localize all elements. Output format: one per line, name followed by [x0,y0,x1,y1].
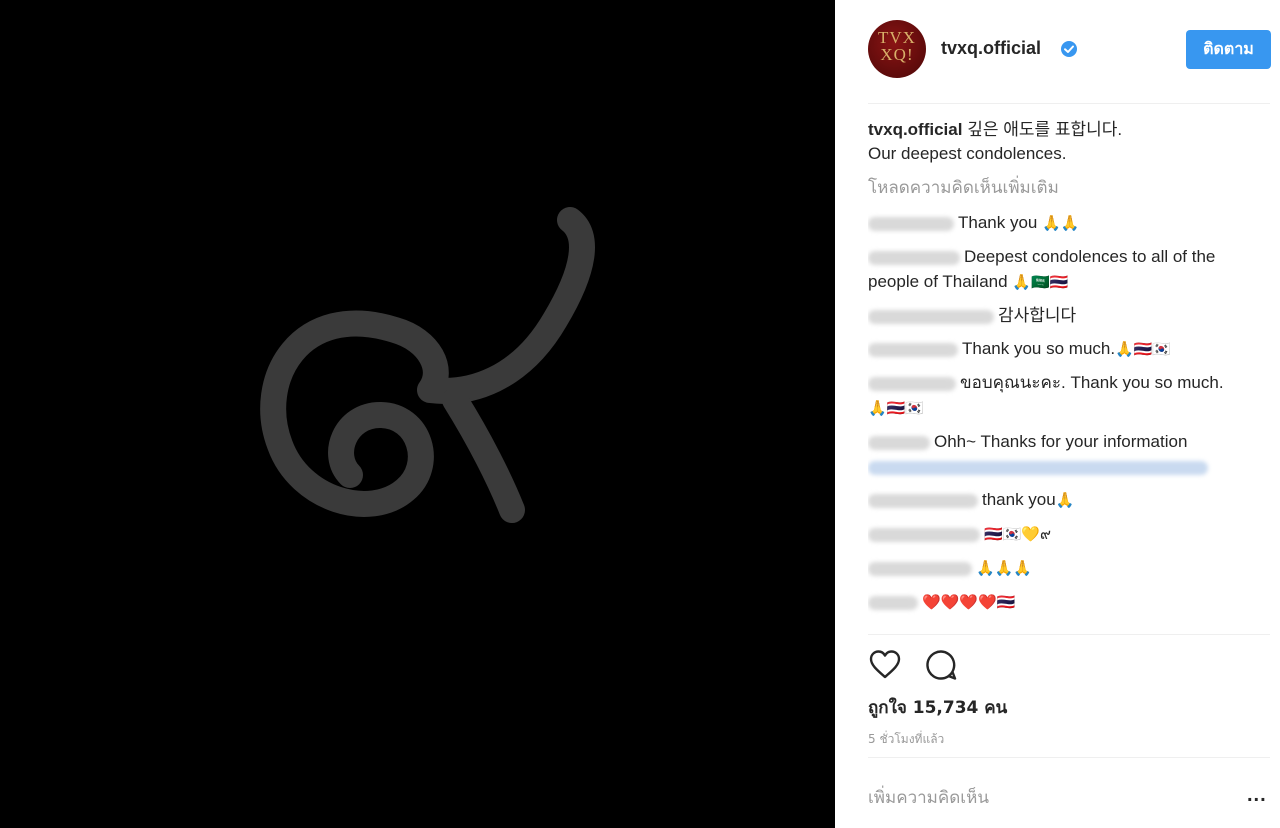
comment-text: thank you [982,490,1056,510]
blurred-username [868,595,918,610]
verified-badge-icon [1061,41,1077,57]
comments-list[interactable]: tvxq.official 깊은 애도를 표합니다. Our deepest c… [868,118,1268,634]
avatar-monogram-line2: XQ! [880,45,914,64]
thai-numeral-nine-graphic [260,207,595,523]
avatar[interactable]: TVX XQ! [868,20,926,78]
comment-item: 🇹🇭🇰🇷💛๙ [868,521,1268,547]
blurred-username [868,216,954,231]
caption-line1: 깊은 애도를 표합니다. [967,120,1123,139]
comment-item: Thank you so much.🙏🇹🇭🇰🇷 [868,336,1268,362]
comment-emoji: 🙏 [1055,492,1075,510]
comment-emoji: 🙏🇸🇦🇹🇭 [1012,274,1069,292]
add-comment-input[interactable]: เพิ่มความคิดเห็น [868,784,1198,811]
blurred-username [868,527,980,542]
comment-item: 감사합니다 [868,303,1268,328]
more-options-button[interactable]: ... [1247,784,1267,807]
load-more-comments-link[interactable]: โหลดความคิดเห็นเพิ่มเติม [868,176,1268,200]
comment-text: ขอบคุณนะคะ. Thank you so much. [960,373,1224,393]
comment-emoji: 🙏🇹🇭🇰🇷 [1115,341,1172,359]
comment-emoji: 🙏🙏 [1042,215,1080,233]
comments-divider [868,634,1270,635]
avatar-monogram-line1: TVX [878,28,916,47]
comment-text: Ohh~ Thanks for your information [934,432,1188,452]
comment-text: Thank you [958,213,1038,232]
post-header: TVX XQ! tvxq.official ติดตาม [835,0,1280,103]
follow-button[interactable]: ติดตาม [1186,30,1271,69]
heart-icon[interactable] [868,648,902,682]
comment-emoji: 🙏🇹🇭🇰🇷 [868,400,925,418]
comment-item: Deepest condolences to all of the people… [868,244,1268,295]
comment-item: ขอบคุณนะคะ. Thank you so much. 🙏🇹🇭🇰🇷 [868,370,1268,421]
comment-item: Ohh~ Thanks for your information [868,429,1268,479]
blurred-username [868,561,972,576]
comment-item: 🙏🙏🙏 [868,555,1268,581]
comment-text: 감사합니다 [998,306,1077,326]
header-divider [868,103,1270,104]
comment-item: ❤️❤️❤️❤️🇹🇭 [868,589,1268,615]
post-timestamp[interactable]: 5 ชั่วโมงที่แล้ว [868,730,944,749]
post-sidebar: TVX XQ! tvxq.official ติดตาม tvxq.offici… [835,0,1280,828]
blurred-username [868,342,958,357]
post-image[interactable] [0,0,835,828]
add-comment-divider [868,757,1270,758]
blurred-link [868,460,1208,475]
blurred-username [868,376,956,391]
comment-item: Thank you 🙏🙏 [868,210,1268,236]
comment-emoji: 🙏🙏🙏 [976,560,1033,578]
comment-emoji: ❤️❤️❤️❤️🇹🇭 [922,594,1016,612]
instagram-post: TVX XQ! tvxq.official ติดตาม tvxq.offici… [0,0,1280,828]
comment-item: thank you🙏 [868,487,1268,513]
blurred-username [868,435,930,450]
blurred-username [868,250,960,265]
header-username[interactable]: tvxq.official [941,38,1041,59]
caption-line2: Our deepest condolences. [868,144,1067,163]
likes-count[interactable]: ถูกใจ 15,734 คน [868,694,1007,721]
post-actions [868,648,988,688]
caption-username[interactable]: tvxq.official [868,120,962,139]
comment-icon[interactable] [924,648,958,682]
comment-emoji: 🇹🇭🇰🇷💛๙ [984,526,1052,544]
blurred-username [868,309,994,324]
blurred-username [868,493,978,508]
caption: tvxq.official 깊은 애도를 표합니다. Our deepest c… [868,118,1268,166]
comment-text: Thank you so much. [962,339,1116,359]
